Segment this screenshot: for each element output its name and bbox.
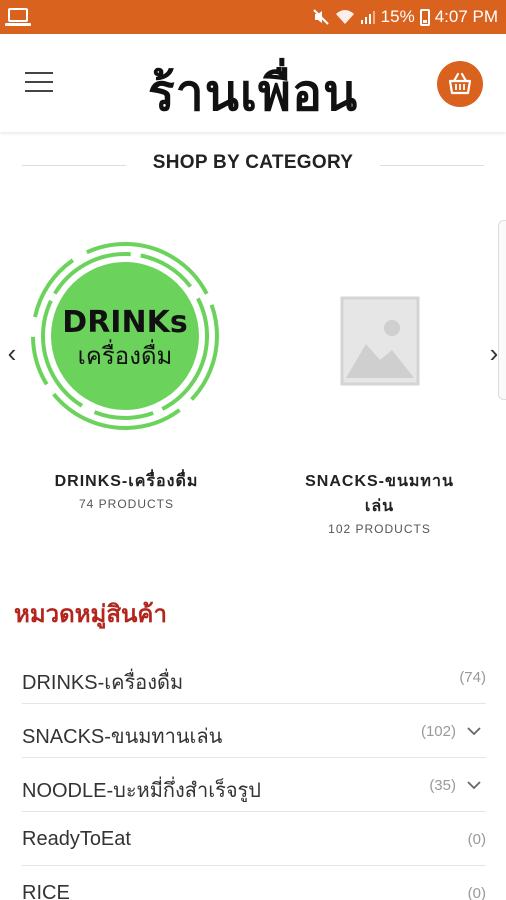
list-item[interactable]: SNACKS-ขนมทานเล่น (102) (22, 704, 486, 758)
category-name-line1[interactable]: SNACKS-ขนมทาน (253, 470, 506, 493)
list-item[interactable]: NOODLE-บะหมี่กึ่งสำเร็จรูป (35) (22, 758, 486, 812)
wifi-icon (335, 10, 354, 24)
category-count: (35) (429, 777, 456, 794)
chevron-down-icon[interactable] (466, 778, 482, 792)
product-categories-title: หมวดหมู่สินค้า (14, 600, 167, 628)
app-header: ร้านเพื่อน (0, 34, 506, 132)
section-title-text: SHOP BY CATEGORY (152, 152, 354, 173)
category-card-snacks[interactable]: SNACKS-ขนมทาน เล่น 102 PRODUCTS (253, 220, 506, 550)
shop-by-category-heading: SHOP BY CATEGORY (0, 152, 506, 178)
category-link[interactable]: NOODLE-บะหมี่กึ่งสำเร็จรูป (22, 774, 261, 806)
category-list: DRINKS-เครื่องดื่ม (74) SNACKS-ขนมทานเล่… (22, 650, 486, 900)
laptop-icon (5, 8, 31, 26)
category-name[interactable]: DRINKS-เครื่องดื่ม (0, 470, 253, 493)
category-link[interactable]: ReadyToEat (22, 828, 131, 851)
basket-icon[interactable] (437, 61, 483, 107)
chevron-down-icon[interactable] (466, 724, 482, 738)
category-card-drinks[interactable]: DRINKs เครื่องดื่ม DRINKS-เครื่องดื่ม 74… (0, 220, 253, 550)
clock: 4:07 PM (434, 7, 498, 26)
list-item[interactable]: RICE (0) (22, 866, 486, 900)
drinks-category-image: DRINKs เครื่องดื่ม (31, 242, 219, 430)
status-bar: 15% 4:07 PM (0, 0, 506, 34)
list-item[interactable]: DRINKS-เครื่องดื่ม (74) (22, 650, 486, 704)
category-slider: ‹ › DRINKs เครื่องดื่ม DRINKS-เครื่องดื่… (0, 220, 506, 550)
category-count: 74 PRODUCTS (78, 497, 175, 511)
signal-icon (360, 11, 375, 24)
category-count: 102 PRODUCTS (328, 522, 431, 536)
mute-icon (312, 9, 329, 25)
category-count: (102) (420, 723, 456, 740)
category-name-line2[interactable]: เล่น (253, 495, 506, 518)
drinks-image-subtitle: เครื่องดื่ม (78, 339, 173, 370)
category-link[interactable]: DRINKS-เครื่องดื่ม (22, 666, 183, 698)
battery-icon (419, 8, 430, 26)
category-count: (74) (459, 669, 486, 686)
battery-percent: 15% (380, 7, 415, 26)
category-count: (0) (467, 885, 486, 900)
category-link[interactable]: SNACKS-ขนมทานเล่น (22, 720, 222, 752)
drinks-image-title: DRINKs (62, 305, 187, 340)
category-link[interactable]: RICE (22, 882, 70, 900)
placeholder-image-icon (340, 296, 420, 386)
status-icons: 15% 4:07 PM (312, 6, 498, 28)
category-count: (0) (467, 831, 486, 848)
site-logo[interactable]: ร้านเพื่อน (0, 54, 506, 133)
list-item[interactable]: ReadyToEat (0) (22, 812, 486, 866)
